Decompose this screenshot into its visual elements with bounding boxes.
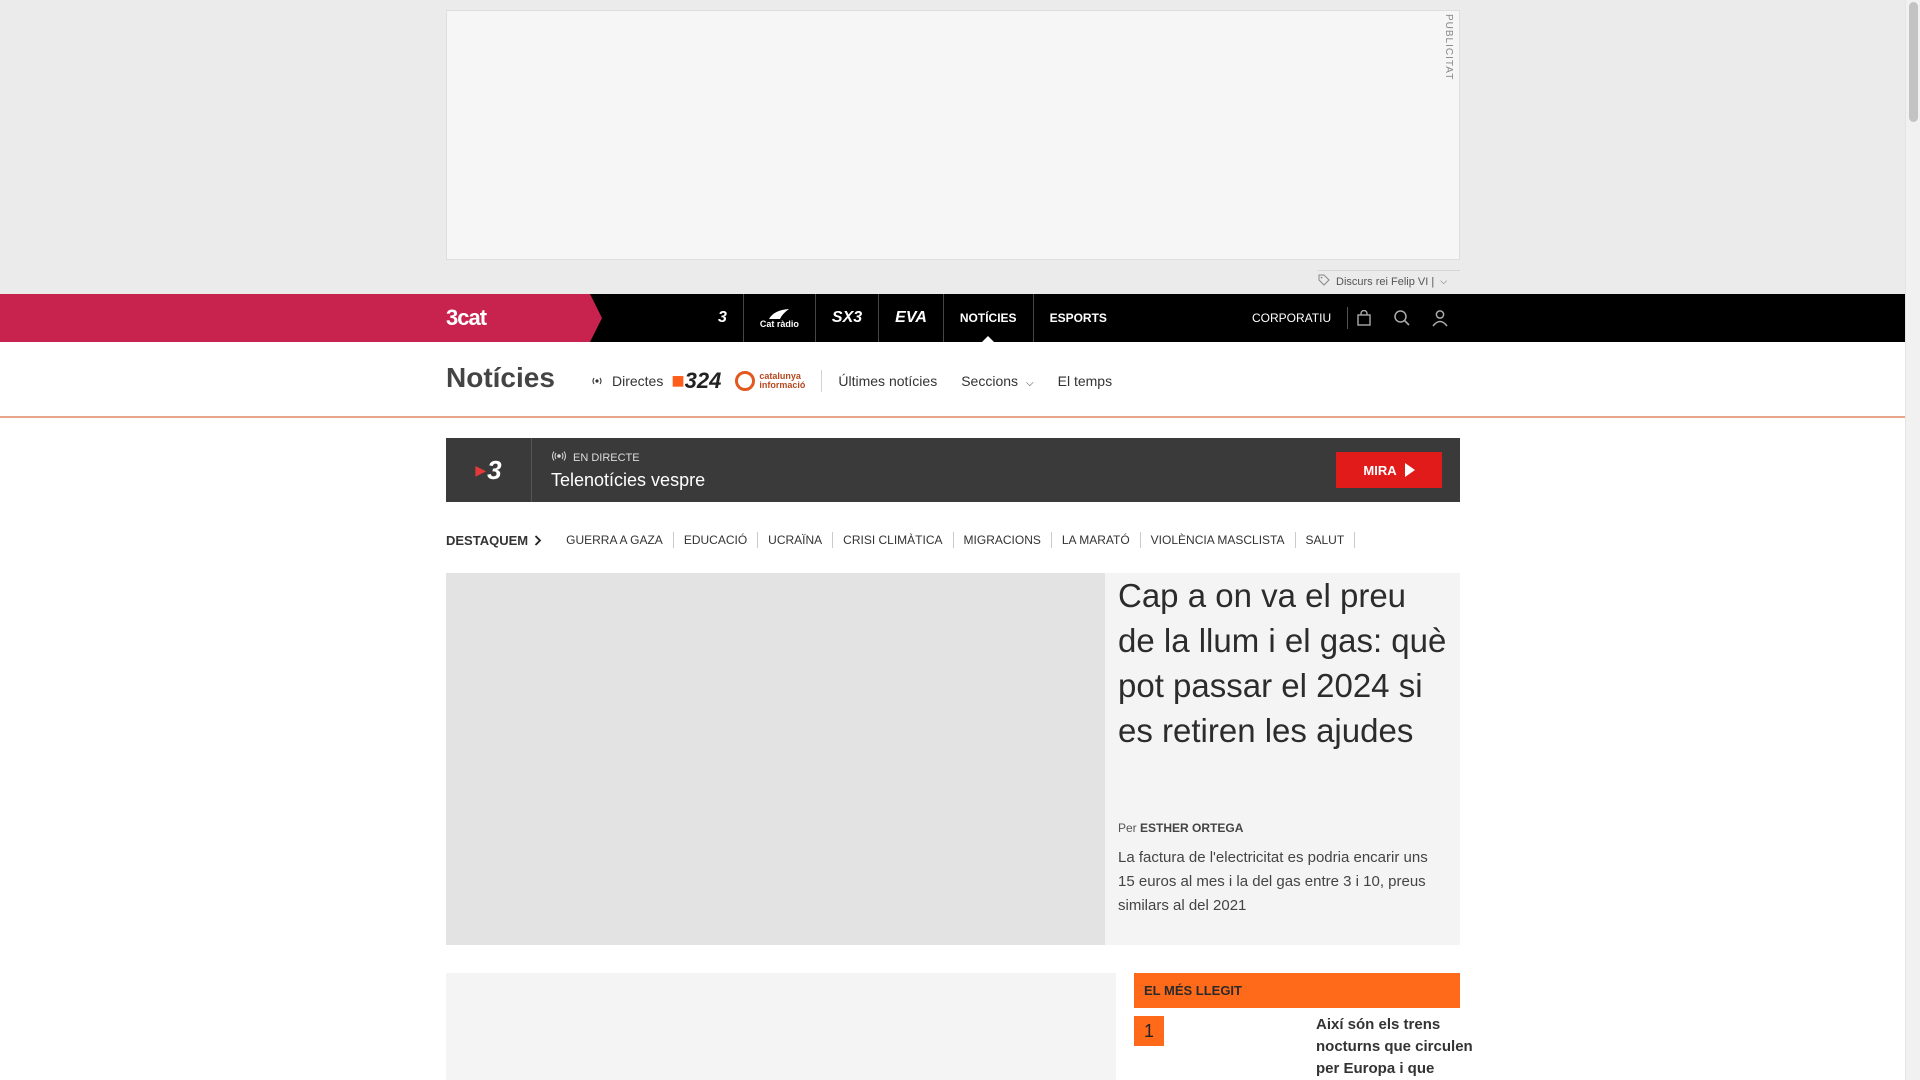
live-show-title: Telenotícies vespre [551, 470, 706, 490]
article-image-placeholder[interactable] [446, 973, 1116, 1080]
hero-headline[interactable]: Cap a on va el preu de la llum i el gas:… [1118, 573, 1448, 753]
directes-label: Directes [612, 373, 664, 389]
divider [821, 370, 823, 392]
watch-button-label: MIRA [1363, 462, 1397, 478]
top-navigation: 3cat 3 Cat ràdio SX3 EVA NOTÍCIES ESPORT… [0, 294, 1905, 342]
chevron-down-icon[interactable]: ⌵ [1440, 276, 1447, 287]
catinfo-circle-icon [735, 371, 756, 391]
watch-button[interactable]: MIRA [1336, 452, 1442, 488]
seccions-dropdown[interactable]: Seccions ⌵ [961, 373, 1033, 389]
chevron-right-icon [534, 534, 542, 546]
ad-label: PUBLICITAT [1443, 14, 1454, 81]
play-icon [1404, 463, 1415, 477]
topic-salut[interactable]: SALUT [1296, 532, 1356, 548]
catalunya-informacio-logo[interactable]: catalunya informació [735, 371, 805, 391]
topic-violencia-masclista[interactable]: VIOLÈNCIA MASCLISTA [1141, 532, 1296, 548]
directes-link[interactable]: Directes [590, 373, 663, 389]
topic-crisi-climatica[interactable]: CRISI CLIMÀTICA [833, 532, 954, 548]
rank-badge: 1 [1134, 1016, 1164, 1046]
channel-sx3[interactable]: SX3 [816, 294, 880, 342]
channel-links: 3 Cat ràdio SX3 EVA NOTÍCIES ESPORTS [702, 294, 1123, 342]
most-read-heading: EL MÉS LLEGIT [1134, 973, 1460, 1008]
hero-image[interactable] [446, 573, 1105, 945]
channel-tv3[interactable]: 3 [702, 294, 744, 342]
ultimes-noticies-link[interactable]: Últimes notícies [838, 373, 937, 389]
live-broadcast-icon [590, 373, 604, 389]
nav-noticies[interactable]: NOTÍCIES [944, 294, 1033, 342]
most-read-title[interactable]: Així són els trens nocturns que circulen… [1316, 1014, 1476, 1080]
most-read-panel: EL MÉS LLEGIT 1 Així són els trens noctu… [1134, 973, 1473, 1080]
user-icon[interactable] [1430, 308, 1450, 328]
topic-guerra-a-gaza[interactable]: GUERRA A GAZA [556, 532, 674, 548]
tv3-channel-logo: ▶ 3 [446, 438, 532, 502]
nav-icons [1354, 294, 1450, 342]
topic-ucraina[interactable]: UCRAÏNA [758, 532, 834, 548]
live-broadcast-icon [551, 451, 567, 464]
search-icon[interactable] [1392, 308, 1412, 328]
scrollbar[interactable] [1905, 0, 1920, 1080]
brand-banner [0, 294, 602, 342]
featured-heading[interactable]: DESTAQUEM [446, 533, 542, 548]
scrollbar-thumb[interactable] [1909, 2, 1918, 122]
live-tag: EN DIRECTE [551, 451, 640, 464]
3cat-logo[interactable]: 3cat [446, 305, 487, 331]
nav-noticies-label: NOTÍCIES [959, 311, 1017, 325]
hero-summary: La factura de l'electricitat es podria e… [1118, 849, 1428, 914]
hero-article[interactable]: Cap a on va el preu de la llum i el gas:… [446, 573, 1460, 945]
catradio-icon [769, 308, 790, 319]
channel-eva-label: EVA [895, 309, 927, 326]
ad-band: PUBLICITAT Discurs rei Felip VI | ⌵ [0, 0, 1905, 294]
trending-topic-label: Discurs rei Felip VI | [1336, 275, 1435, 288]
seccions-label: Seccions [961, 373, 1019, 389]
channel-catradio[interactable]: Cat ràdio [744, 294, 816, 342]
featured-heading-label: DESTAQUEM [446, 532, 529, 548]
nav-esports-label: ESPORTS [1049, 311, 1107, 325]
advertisement-slot[interactable] [446, 10, 1460, 260]
trending-topic[interactable]: Discurs rei Felip VI | ⌵ [1318, 270, 1460, 292]
channel-tv3-label: 3 [718, 309, 727, 326]
channel-sx3-label: SX3 [831, 309, 863, 326]
divider [1347, 307, 1349, 329]
tag-icon [1318, 274, 1330, 289]
author-name[interactable]: ESTHER ORTEGA [1140, 821, 1243, 835]
live-channel-label: 3 [487, 454, 502, 485]
topic-migracions[interactable]: MIGRACIONS [954, 532, 1052, 548]
logo-red-mark: ▶ [475, 461, 487, 478]
byline-prefix: Per [1118, 821, 1137, 835]
logo-text: 3cat [446, 305, 487, 330]
most-read-item[interactable]: 1 Així són els trens nocturns que circul… [1134, 1008, 1473, 1080]
hero-byline: Per ESTHER ORTEGA [1118, 821, 1243, 835]
shop-bag-icon[interactable] [1354, 308, 1374, 328]
featured-topics: DESTAQUEM GUERRA A GAZA EDUCACIÓ UCRAÏNA… [446, 532, 1356, 548]
channel-catradio-label: Cat ràdio [759, 318, 799, 329]
channel-eva[interactable]: EVA [879, 294, 944, 342]
catinfo-text: catalunya informació [759, 372, 805, 390]
corporate-link[interactable]: CORPORATIU [1252, 294, 1349, 342]
logo-324-text: 324 [684, 368, 722, 393]
logo-324-mark: ■ [671, 368, 685, 393]
live-tag-label: EN DIRECTE [573, 451, 640, 464]
section-links: Directes ■324 catalunya informació Últim… [590, 366, 1136, 396]
topic-educacio[interactable]: EDUCACIÓ [674, 532, 759, 548]
chevron-down-icon: ⌵ [1026, 378, 1034, 389]
el-temps-link[interactable]: El temps [1058, 373, 1112, 389]
live-now-bar[interactable]: ▶ 3 EN DIRECTE Telenotícies vespre MIRA [446, 438, 1460, 502]
topic-la-marato[interactable]: LA MARATÓ [1052, 532, 1141, 548]
section-header: Notícies Directes ■324 catalunya informa… [0, 342, 1905, 418]
section-title[interactable]: Notícies [446, 362, 555, 394]
324-logo[interactable]: ■324 [671, 368, 721, 394]
catinfo-line2: informació [759, 380, 806, 390]
nav-esports[interactable]: ESPORTS [1032, 294, 1123, 342]
corporate-label: CORPORATIU [1252, 311, 1332, 325]
